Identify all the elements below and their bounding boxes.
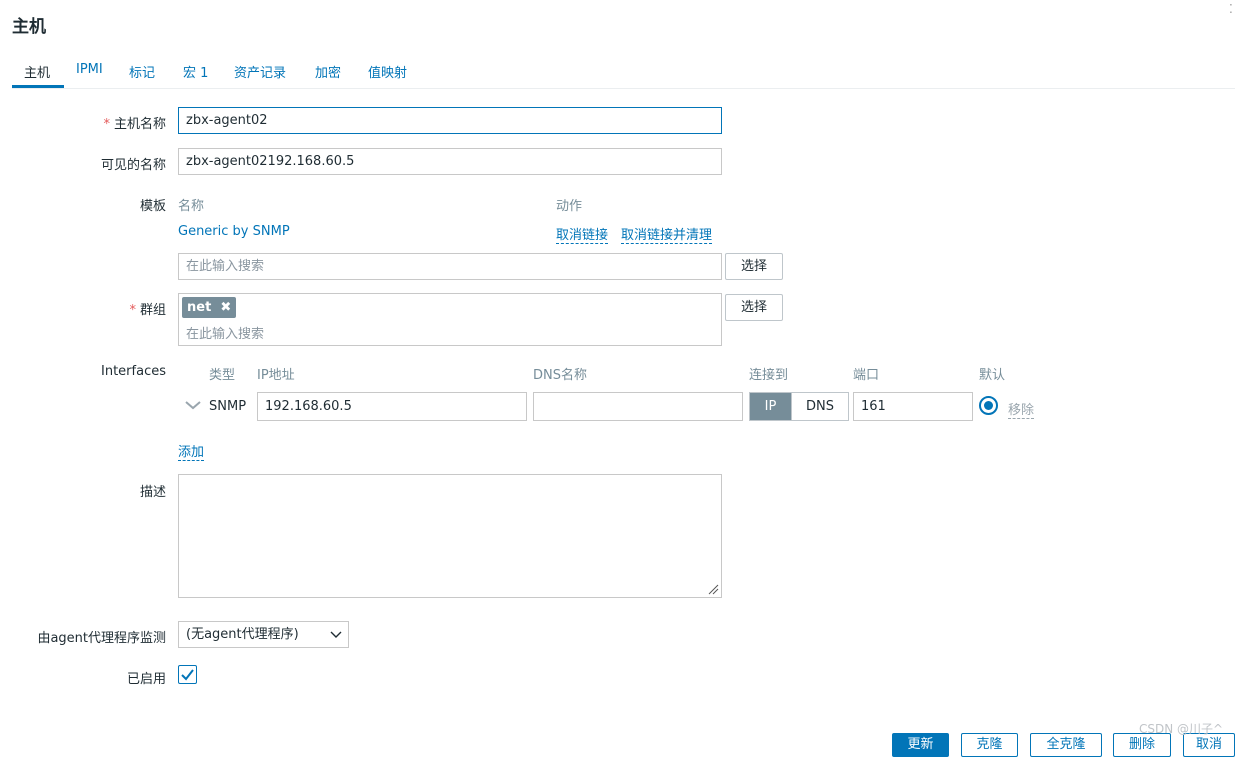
checkmark-icon xyxy=(181,669,194,681)
connect-to-toggle: IP DNS xyxy=(749,392,849,421)
interface-type: SNMP xyxy=(209,399,247,414)
tab-ipmi[interactable]: IPMI xyxy=(76,62,103,77)
groups-search-placeholder: 在此输入搜索 xyxy=(186,327,265,342)
watermark: CSDN @川子^ xyxy=(1139,722,1224,736)
interfaces-col-connect: 连接到 xyxy=(749,368,789,383)
visible-name-input[interactable]: zbx-agent02192.168.60.5 xyxy=(178,148,722,175)
interface-ip-input[interactable]: 192.168.60.5 xyxy=(257,392,527,421)
groups-label: * 群组 xyxy=(129,303,166,318)
tab-value-mapping[interactable]: 值映射 xyxy=(368,62,407,81)
group-select-button[interactable]: 选择 xyxy=(725,294,783,321)
template-select-button[interactable]: 选择 xyxy=(725,253,783,280)
template-search-input[interactable]: 在此输入搜索 xyxy=(178,253,722,280)
chevron-down-icon[interactable] xyxy=(184,398,202,412)
templates-col-action: 动作 xyxy=(556,199,583,214)
chevron-down-icon xyxy=(330,631,342,638)
templates-label: 模板 xyxy=(139,199,166,214)
enabled-checkbox[interactable] xyxy=(178,665,197,684)
description-label: 描述 xyxy=(139,485,166,500)
interface-port-input[interactable]: 161 xyxy=(853,392,973,421)
host-name-label: * 主机名称 xyxy=(103,117,166,132)
interfaces-col-port: 端口 xyxy=(853,368,880,383)
enabled-label: 已启用 xyxy=(126,672,166,687)
active-tab-indicator xyxy=(12,85,64,88)
unlink-button[interactable]: 取消链接 xyxy=(556,224,609,244)
templates-col-name: 名称 xyxy=(178,199,205,214)
clone-button[interactable]: 克隆 xyxy=(961,733,1018,757)
default-interface-radio[interactable] xyxy=(979,396,998,415)
full-clone-button[interactable]: 全克隆 xyxy=(1030,733,1102,757)
proxy-select[interactable]: (无agent代理程序) xyxy=(178,621,349,648)
description-textarea[interactable] xyxy=(178,474,722,598)
close-icon[interactable]: ⁚ xyxy=(1229,2,1233,16)
groups-multiselect[interactable]: net ✖ 在此输入搜索 xyxy=(178,293,722,346)
remove-interface-button[interactable]: 移除 xyxy=(1008,399,1035,419)
proxy-label: 由agent代理程序监测 xyxy=(37,631,166,646)
tab-tags[interactable]: 标记 xyxy=(129,62,155,81)
page-title: 主机 xyxy=(12,17,46,37)
remove-tag-icon[interactable]: ✖ xyxy=(220,300,231,315)
template-link-generic-snmp[interactable]: Generic by SNMP xyxy=(178,224,290,239)
visible-name-label: 可见的名称 xyxy=(100,158,166,173)
interface-dns-input[interactable] xyxy=(533,392,743,421)
tab-macros[interactable]: 宏 1 xyxy=(183,62,208,81)
update-button[interactable]: 更新 xyxy=(892,733,949,757)
interfaces-col-default: 默认 xyxy=(979,368,1006,383)
tab-bar: 主机 IPMI 标记 宏 1 资产记录 加密 值映射 xyxy=(12,52,1235,89)
interfaces-col-type: 类型 xyxy=(209,368,236,383)
tab-encryption[interactable]: 加密 xyxy=(315,62,341,81)
add-interface-button[interactable]: 添加 xyxy=(178,441,205,461)
tab-inventory[interactable]: 资产记录 xyxy=(234,62,286,81)
connect-dns-button[interactable]: DNS xyxy=(791,393,848,420)
group-tag-net: net ✖ xyxy=(182,297,237,318)
host-name-input[interactable]: zbx-agent02 xyxy=(178,107,722,134)
interfaces-label: Interfaces xyxy=(101,364,166,379)
interfaces-col-dns: DNS名称 xyxy=(533,368,587,383)
interfaces-col-ip: IP地址 xyxy=(257,368,295,383)
unlink-and-clear-button[interactable]: 取消链接并清理 xyxy=(621,224,713,244)
tab-host[interactable]: 主机 xyxy=(24,62,50,81)
resize-handle-icon[interactable] xyxy=(707,583,719,595)
connect-ip-button[interactable]: IP xyxy=(750,393,791,420)
